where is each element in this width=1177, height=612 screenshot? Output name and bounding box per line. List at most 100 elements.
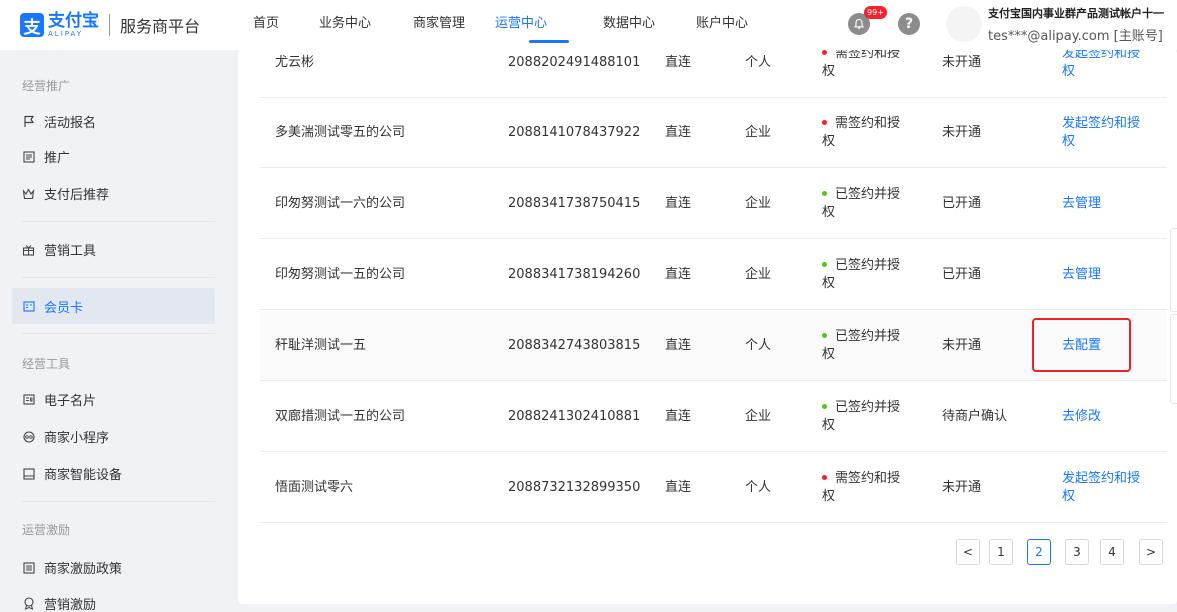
merchant-name: 印匆努测试一六的公司 (275, 195, 406, 211)
sidebar-item-label: 商家智能设备 (44, 468, 123, 483)
sign-and-authorize-link[interactable]: 发起签约和授权 (1062, 50, 1152, 81)
table-row: 悟面测试零六 2088732132899350 直连 个人 需签约和授权 未开通… (260, 453, 1167, 523)
user-name[interactable]: 支付宝国内事业群产品测试帐户十一 (988, 5, 1164, 21)
sidebar-item-promotion[interactable]: 推广 (22, 147, 70, 166)
gift-icon (22, 243, 35, 256)
sidebar-item-business-card[interactable]: 电子名片 (22, 390, 96, 409)
sign-status: 需签约和授权 (822, 115, 901, 149)
merchant-table-panel: 尤云彬 2088202491488101 直连 个人 需签约和授权 未开通 发起… (238, 50, 1177, 604)
open-status: 已开通 (942, 266, 982, 282)
pagination-prev-button[interactable]: < (956, 539, 980, 565)
merchant-name: 多美湍测试零五的公司 (275, 124, 406, 140)
table-row: 印匆努测试一六的公司 2088341738750415 直连 企业 已签约并授权… (260, 169, 1167, 239)
sidebar-group-tools: 经营工具 (22, 357, 71, 371)
document-icon (22, 150, 35, 163)
nav-account-center[interactable]: 账户中心 (696, 0, 766, 50)
merchant-id: 2088141078437922 (508, 124, 641, 140)
pagination-page-1[interactable]: 1 (989, 539, 1013, 565)
nav-operations-center[interactable]: 运营中心 (495, 0, 603, 50)
manage-link[interactable]: 去管理 (1062, 266, 1152, 284)
merchant-name: 悟面测试零六 (275, 479, 354, 495)
logo-cn: 支付宝 (48, 10, 99, 31)
sign-status: 已签约并授权 (822, 257, 901, 291)
merchant-name: 尤云彬 (275, 54, 315, 70)
sidebar-item-marketing-incentive[interactable]: 营销激励 (22, 594, 96, 612)
id-card-icon (22, 393, 35, 406)
sidebar-item-incentive-policy[interactable]: 商家激励政策 (22, 558, 122, 577)
status-dot-green (822, 190, 827, 196)
sidebar-item-label: 商家小程序 (44, 431, 110, 446)
sidebar-item-label: 商家激励政策 (44, 562, 123, 577)
merchant-type: 企业 (745, 408, 772, 424)
sidebar-item-label: 活动报名 (44, 116, 97, 131)
sign-status: 已签约并授权 (822, 328, 901, 362)
alipay-logo[interactable]: 支 支付宝 ALIPAY 服务商平台 (20, 11, 200, 39)
device-icon (22, 467, 35, 480)
sidebar: 经营推广 活动报名 推广 支付后推荐 营销工具 会员卡 经营工具 电子名片 商家… (0, 50, 234, 612)
sign-status: 需签约和授权 (822, 470, 901, 504)
table-row: 多美湍测试零五的公司 2088141078437922 直连 企业 需签约和授权… (260, 98, 1167, 168)
open-status: 已开通 (942, 195, 982, 211)
merchant-id: 2088732132899350 (508, 479, 641, 495)
connection-type: 直连 (665, 408, 692, 424)
sidebar-item-post-payment-recommend[interactable]: 支付后推荐 (22, 184, 109, 203)
user-email[interactable]: tes***@alipay.com [主账号] (988, 25, 1163, 44)
sidebar-group-promotion: 经营推广 (22, 79, 71, 93)
notification-badge: 99+ (864, 6, 887, 19)
status-dot-green (822, 261, 827, 267)
modify-link[interactable]: 去修改 (1062, 408, 1152, 426)
merchant-id: 2088241302410881 (508, 408, 641, 424)
sidebar-item-label: 支付后推荐 (44, 188, 110, 203)
pagination-page-2[interactable]: 2 (1027, 539, 1051, 565)
merchant-type: 个人 (745, 337, 772, 353)
sidebar-item-membership-card[interactable]: 会员卡 (22, 297, 83, 316)
nav-merchant-management[interactable]: 商家管理 (413, 0, 495, 50)
merchant-id: 2088202491488101 (508, 54, 641, 70)
sidebar-item-marketing-tools[interactable]: 营销工具 (22, 240, 96, 259)
logo-en: ALIPAY (48, 29, 84, 38)
pagination-page-3[interactable]: 3 (1065, 539, 1089, 565)
sign-and-authorize-link[interactable]: 发起签约和授权 (1062, 115, 1152, 151)
sidebar-item-label: 电子名片 (44, 394, 97, 409)
highlight-annotation-box (1032, 318, 1131, 372)
table-row: 尤云彬 2088202491488101 直连 个人 需签约和授权 未开通 发起… (260, 50, 1167, 98)
sidebar-item-smart-device[interactable]: 商家智能设备 (22, 464, 122, 483)
sidebar-item-mini-program[interactable]: 商家小程序 (22, 427, 109, 446)
sidebar-divider (22, 277, 215, 278)
status-dot-green (822, 403, 827, 409)
table-row: 双廊措测试一五的公司 2088241302410881 直连 企业 已签约并授权… (260, 382, 1167, 452)
merchant-id: 2088341738750415 (508, 195, 641, 211)
open-status: 未开通 (942, 54, 982, 70)
sidebar-item-activity-signup[interactable]: 活动报名 (22, 112, 96, 131)
nav-data-center[interactable]: 数据中心 (603, 0, 696, 50)
flag-icon (22, 115, 35, 128)
sidebar-item-label: 推广 (44, 151, 71, 166)
merchant-id: 2088341738194260 (508, 266, 641, 282)
connection-type: 直连 (665, 124, 692, 140)
alipay-logo-mark: 支 (20, 13, 44, 38)
sidebar-divider (22, 221, 215, 222)
nav-business-center[interactable]: 业务中心 (319, 0, 413, 50)
avatar[interactable] (946, 6, 982, 42)
sign-and-authorize-link[interactable]: 发起签约和授权 (1062, 470, 1152, 506)
manage-link[interactable]: 去管理 (1062, 195, 1152, 213)
pagination-page-4[interactable]: 4 (1100, 539, 1124, 565)
reward-icon (22, 597, 35, 610)
floating-side-tab[interactable] (1170, 228, 1177, 312)
open-status: 未开通 (942, 337, 982, 353)
top-nav: 首页 业务中心 商家管理 运营中心 数据中心 账户中心 (253, 0, 766, 50)
nav-home[interactable]: 首页 (253, 0, 319, 50)
pagination-next-button[interactable]: > (1139, 539, 1163, 565)
sidebar-item-label: 会员卡 (44, 301, 84, 316)
sidebar-item-label: 营销工具 (44, 244, 97, 259)
floating-side-tab[interactable] (1170, 314, 1177, 404)
platform-title: 服务商平台 (120, 17, 201, 36)
open-status: 待商户确认 (942, 408, 1008, 424)
help-icon[interactable]: ? (898, 13, 920, 35)
alipay-logo-text: 支付宝 ALIPAY (48, 10, 99, 38)
crown-icon (22, 187, 35, 200)
status-dot-red (822, 50, 827, 55)
sidebar-divider (22, 333, 215, 334)
merchant-type: 个人 (745, 479, 772, 495)
sign-status: 已签约并授权 (822, 399, 901, 433)
